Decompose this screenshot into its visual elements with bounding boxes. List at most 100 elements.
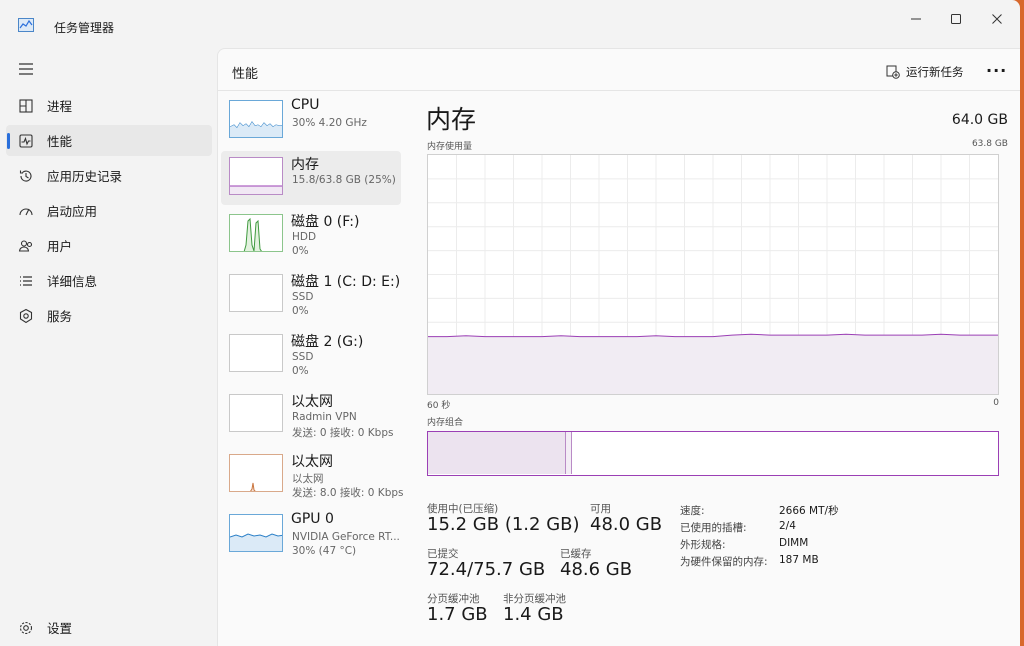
sidebar-item-settings[interactable]: 设置 [6, 612, 212, 643]
composition-in-use [428, 432, 566, 474]
details-icon [20, 276, 32, 286]
sidebar-item-processes[interactable]: 进程 [6, 90, 212, 121]
time-axis-end: 0 [993, 398, 999, 408]
minimize-icon [911, 18, 921, 20]
sidebar-item-label: 性能 [47, 134, 73, 149]
device-ethernet-radmin[interactable]: 以太网 Radmin VPN 发送: 0 接收: 0 Kbps [221, 388, 401, 442]
page-title: 性能 [232, 67, 259, 82]
memory-usage-label: 内存使用量 [427, 142, 473, 152]
composition-label: 内存组合 [427, 418, 464, 428]
device-name: 内存 [291, 157, 319, 173]
maximize-icon [951, 14, 961, 24]
form-factor-key: 外形规格: [680, 539, 726, 551]
in-use-value: 15.2 GB (1.2 GB) [427, 514, 580, 535]
speed-value: 2666 MT/秒 [779, 505, 839, 517]
sidebar-item-performance[interactable]: 性能 [6, 125, 212, 156]
paged-pool-value: 1.7 GB [427, 604, 488, 625]
close-button[interactable] [977, 8, 1017, 30]
device-subtitle: NVIDIA GeForce RT... [292, 531, 400, 543]
disk-2-thumbnail [229, 334, 283, 372]
device-subtitle: 以太网 [292, 473, 324, 485]
ethernet-1-thumbnail [229, 394, 283, 432]
memory-total: 64.0 GB [951, 112, 1008, 128]
memory-usage-chart [428, 155, 998, 394]
hardware-reserved-key: 为硬件保留的内存: [680, 556, 768, 568]
cached-value: 48.6 GB [560, 559, 633, 580]
device-detail: 0% [292, 305, 309, 317]
device-gpu-0[interactable]: GPU 0 NVIDIA GeForce RT... 30% (47 °C) [221, 508, 401, 562]
available-value: 48.0 GB [590, 514, 663, 535]
device-name: 磁盘 2 (G:) [291, 334, 364, 350]
device-subtitle: HDD [292, 231, 317, 243]
more-options-button[interactable]: ··· [986, 61, 1007, 80]
run-task-icon [886, 65, 900, 79]
minimize-button[interactable] [896, 8, 936, 30]
sidebar-item-label: 应用历史记录 [47, 169, 123, 184]
slots-key: 已使用的插槽: [680, 522, 747, 534]
title-bar: 任务管理器 [0, 0, 1020, 44]
gear-icon [19, 621, 33, 635]
memory-usage-max: 63.8 GB [971, 139, 1008, 149]
run-new-task-label: 运行新任务 [906, 65, 964, 79]
device-name: 以太网 [291, 394, 333, 410]
maximize-button[interactable] [936, 8, 976, 30]
composition-modified [566, 432, 572, 474]
processes-icon [19, 99, 33, 113]
ethernet-2-thumbnail [229, 454, 283, 492]
memory-detail-panel: 内存 64.0 GB 内存使用量 63.8 GB 60 秒 0 内存组合 使用中… [426, 92, 1008, 646]
users-icon [18, 240, 33, 252]
task-manager-icon [18, 18, 34, 32]
startup-icon [19, 208, 33, 216]
device-detail: 0% [292, 245, 309, 257]
device-cpu[interactable]: CPU 30% 4.20 GHz [221, 94, 401, 148]
sidebar-item-app-history[interactable]: 应用历史记录 [6, 160, 212, 191]
nonpaged-pool-value: 1.4 GB [503, 604, 564, 625]
device-memory[interactable]: 内存 15.8/63.8 GB (25%) [221, 151, 401, 205]
sidebar: 进程 性能 应用历史记录 启动应用 用户 详细信息 服务 设置 [0, 50, 216, 646]
main-panel: 性能 运行新任务 ··· CPU 30% 4.20 GHz 内存 15.8/63… [217, 48, 1020, 646]
device-name: 磁盘 1 (C: D: E:) [291, 274, 401, 290]
committed-value: 72.4/75.7 GB [427, 559, 546, 580]
task-manager-window: 任务管理器 进程 性能 应用历史记录 启动应用 用户 详细信息 服务 设置 性能… [0, 0, 1020, 646]
sidebar-item-details[interactable]: 详细信息 [6, 265, 212, 296]
sidebar-item-label: 服务 [47, 309, 73, 324]
device-detail: 发送: 8.0 接收: 0 Kbps [292, 487, 404, 499]
sidebar-item-label: 启动应用 [47, 204, 98, 219]
device-detail: 30% (47 °C) [292, 545, 357, 557]
sidebar-item-services[interactable]: 服务 [6, 300, 212, 331]
performance-icon [19, 134, 33, 148]
close-icon [992, 14, 1002, 24]
sidebar-item-label: 进程 [47, 99, 73, 114]
memory-thumbnail [229, 157, 283, 195]
device-subtitle: 15.8/63.8 GB (25%) [292, 174, 396, 186]
sidebar-item-label: 用户 [47, 239, 73, 254]
device-disk-2[interactable]: 磁盘 2 (G:) SSD 0% [221, 328, 401, 382]
device-ethernet[interactable]: 以太网 以太网 发送: 8.0 接收: 0 Kbps [221, 448, 404, 502]
sidebar-item-label: 详细信息 [47, 274, 98, 289]
device-name: 磁盘 0 (F:) [291, 214, 360, 230]
device-disk-1[interactable]: 磁盘 1 (C: D: E:) SSD 0% [221, 268, 401, 322]
memory-title: 内存 [426, 105, 477, 134]
run-new-task-button[interactable]: 运行新任务 [886, 63, 964, 81]
app-history-icon [19, 170, 32, 182]
sidebar-item-startup[interactable]: 启动应用 [6, 195, 212, 226]
form-factor-value: DIMM [779, 537, 809, 549]
main-header: 性能 运行新任务 ··· [218, 49, 1020, 91]
window-title: 任务管理器 [54, 21, 115, 35]
memory-usage-graph [427, 154, 999, 395]
sidebar-item-users[interactable]: 用户 [6, 230, 212, 261]
slots-value: 2/4 [779, 520, 796, 532]
device-detail: 发送: 0 接收: 0 Kbps [292, 427, 394, 439]
device-name: 以太网 [291, 454, 333, 470]
device-subtitle: Radmin VPN [292, 411, 357, 423]
time-axis-start: 60 秒 [427, 401, 451, 411]
device-disk-0[interactable]: 磁盘 0 (F:) HDD 0% [221, 208, 401, 262]
device-name: GPU 0 [291, 511, 334, 527]
device-detail: 0% [292, 365, 309, 377]
hamburger-menu-icon[interactable] [18, 62, 34, 76]
device-subtitle: SSD [292, 291, 314, 303]
speed-key: 速度: [680, 505, 705, 517]
settings-label: 设置 [47, 621, 73, 636]
disk-0-thumbnail [229, 214, 283, 252]
device-subtitle: SSD [292, 351, 314, 363]
